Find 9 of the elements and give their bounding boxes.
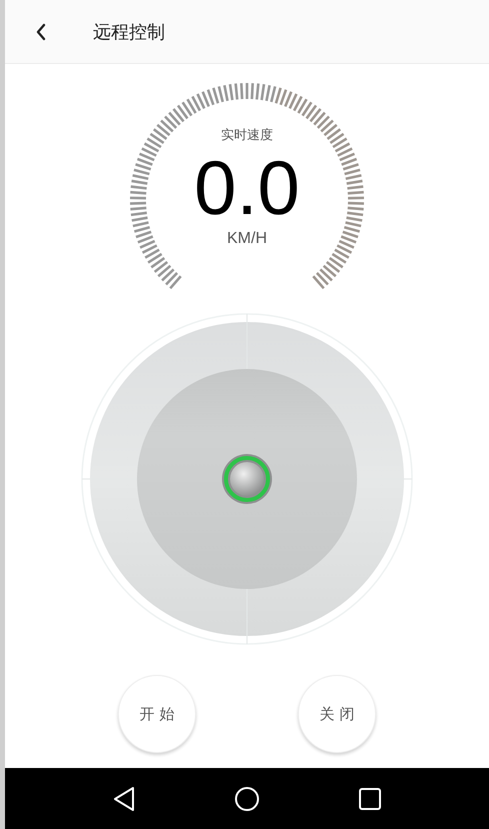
page-title: 远程控制 xyxy=(93,20,165,44)
recents-icon[interactable] xyxy=(358,786,382,810)
round-button[interactable]: 开 始 xyxy=(118,675,196,753)
round-button[interactable]: 关 闭 xyxy=(298,675,376,753)
back-icon[interactable] xyxy=(112,786,136,812)
speed-label: 实时速度 xyxy=(221,127,273,145)
speed-value: 0.0 xyxy=(194,149,300,229)
home-icon[interactable] xyxy=(234,786,260,812)
speed-unit: KM/H xyxy=(227,229,267,249)
